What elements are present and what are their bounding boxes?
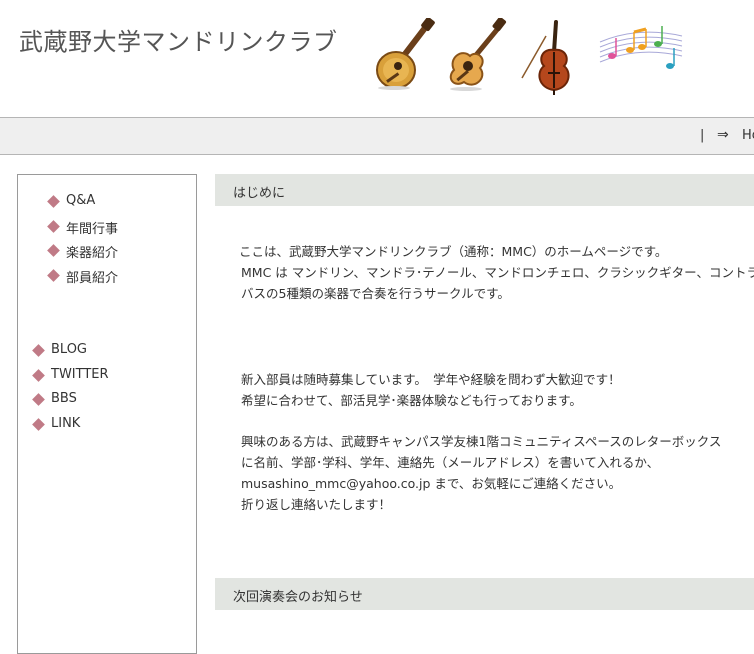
sidebar-item-label: 部員紹介 [66, 271, 119, 286]
section-title: はじめに [233, 186, 286, 201]
mandolin-icon [376, 18, 435, 90]
text-line: MMC は マンドリン、マンドラ･テノール、マンドロンチェロ、クラシックギター、… [241, 265, 754, 280]
section-title: 次回演奏会のお知らせ [233, 590, 363, 605]
concert-section-header: 次回演奏会のお知らせ [215, 578, 754, 610]
sidebar-item-label: Q&A [66, 193, 96, 208]
music-notes-icon [599, 26, 683, 69]
text-line: バスの5種類の楽器で合奏を行うサークルです。 [241, 286, 510, 301]
sidebar-item-label: BLOG [51, 342, 88, 357]
text-line: 興味のある方は、武蔵野キャンパス学友棟1階コミュニティスペースのレターボックス [241, 434, 722, 449]
sidebar-item-label: TWITTER [51, 367, 109, 382]
contrabass-icon [521, 20, 570, 95]
text-line: に名前、学部･学科、学年、連絡先（メールアドレス）を書いて入れるか、 [241, 455, 660, 470]
intro-section-header: はじめに [215, 174, 754, 206]
diamond-bullet-icon [47, 195, 60, 208]
text-line: ここは、武蔵野大学マンドリンクラブ（通称：MMC）のホームページです。 [239, 244, 668, 259]
nav-home-link[interactable]: Ho [742, 128, 754, 143]
top-navigation-bar: | ⇒ Ho [0, 117, 754, 155]
diamond-bullet-icon [32, 418, 45, 431]
text-line: 折り返し連絡いたします！ [241, 497, 392, 512]
contact-paragraph: 興味のある方は、武蔵野キャンパス学友棟1階コミュニティスペースのレターボックス … [241, 431, 721, 515]
text-line: 希望に合わせて、部活見学･楽器体験なども行っております。 [241, 393, 582, 408]
text-line: musashino_mmc@yahoo.co.jp まで、お気軽にご連絡ください… [241, 476, 622, 491]
right-arrow-icon: ⇒ [717, 127, 729, 143]
sidebar-item-label: 年間行事 [66, 222, 119, 237]
site-header: 武蔵野大学マンドリンクラブ [0, 0, 754, 117]
guitar-icon [449, 18, 507, 91]
sidebar: Q&A 年間行事 楽器紹介 部員紹介 BLOG TWITTER BBS LINK [17, 174, 197, 654]
sidebar-item-label: LINK [51, 416, 81, 431]
nav-separator: | [700, 128, 705, 143]
diamond-bullet-icon [32, 393, 45, 406]
text-line: 新入部員は随時募集しています。 学年や経験を問わず大歓迎です！ [241, 372, 621, 387]
recruit-paragraph: 新入部員は随時募集しています。 学年や経験を問わず大歓迎です！ 希望に合わせて、… [241, 369, 721, 411]
sidebar-item-label: 楽器紹介 [66, 246, 119, 261]
intro-paragraph: ここは、武蔵野大学マンドリンクラブ（通称：MMC）のホームページです。 MMC … [239, 241, 754, 304]
sidebar-item-label: BBS [51, 391, 77, 406]
diamond-bullet-icon [47, 220, 60, 233]
diamond-bullet-icon [47, 244, 60, 257]
diamond-bullet-icon [47, 269, 60, 282]
site-title[interactable]: 武蔵野大学マンドリンクラブ [19, 22, 338, 57]
diamond-bullet-icon [32, 344, 45, 357]
diamond-bullet-icon [32, 369, 45, 382]
